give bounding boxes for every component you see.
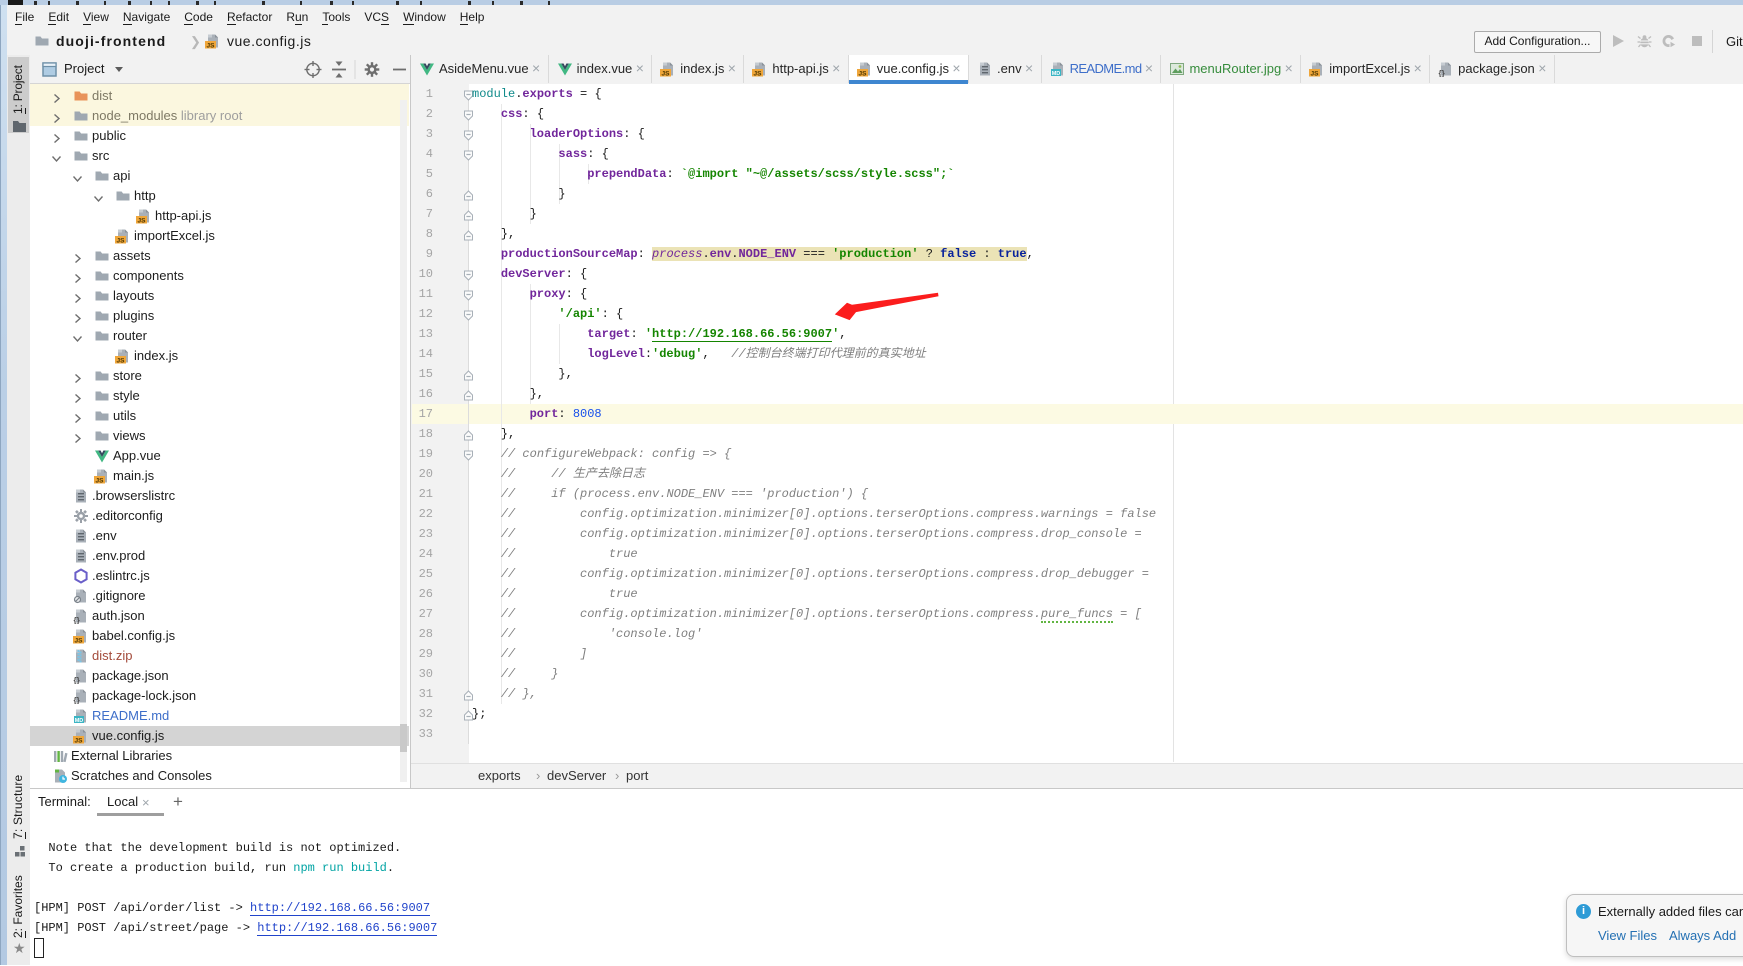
svg-text:JS: JS bbox=[75, 737, 84, 744]
svg-text:{}: {} bbox=[74, 616, 80, 624]
svg-text:MD: MD bbox=[75, 718, 84, 724]
svg-text:JS: JS bbox=[207, 42, 216, 49]
svg-text:{}: {} bbox=[74, 696, 80, 704]
svg-text:JS: JS bbox=[117, 357, 126, 364]
svg-text:JS: JS bbox=[662, 70, 671, 77]
svg-text:{}: {} bbox=[74, 676, 80, 684]
svg-text:JS: JS bbox=[75, 637, 84, 644]
svg-text:JS: JS bbox=[138, 217, 147, 224]
svg-text:JS: JS bbox=[1311, 70, 1320, 77]
svg-text:JS: JS bbox=[117, 237, 126, 244]
svg-text:JS: JS bbox=[96, 477, 105, 484]
svg-text:JS: JS bbox=[754, 70, 763, 77]
svg-text:{}: {} bbox=[1439, 69, 1445, 77]
svg-text:JS: JS bbox=[858, 70, 867, 77]
svg-text:MD: MD bbox=[1051, 71, 1060, 77]
